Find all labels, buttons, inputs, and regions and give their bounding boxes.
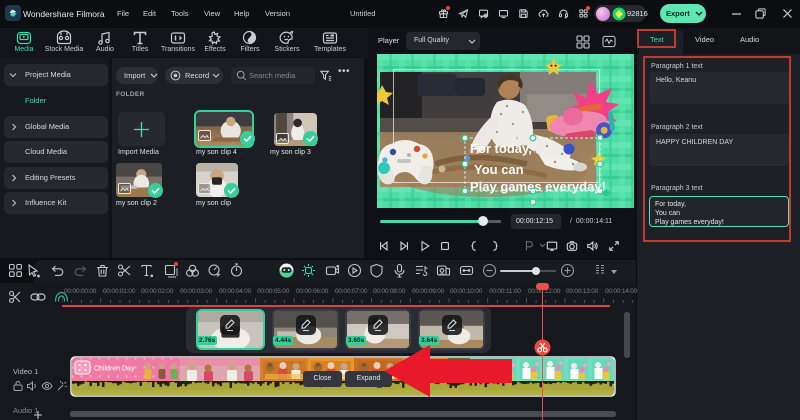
svg-text:Children Day: Children Day bbox=[94, 366, 135, 373]
svg-text:You can: You can bbox=[474, 162, 524, 177]
svg-text:For today,: For today, bbox=[470, 141, 532, 156]
svg-text:Play games everyday!: Play games everyday! bbox=[470, 179, 606, 194]
